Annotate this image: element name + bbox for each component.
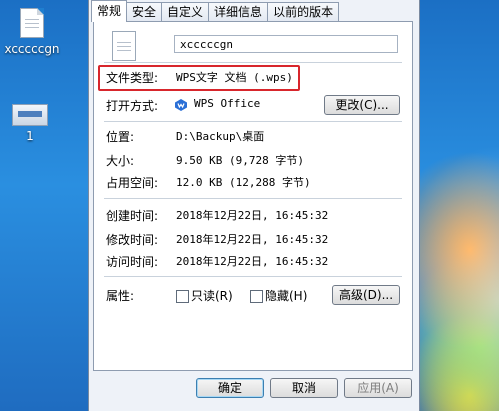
desktop-bin-icon[interactable]: 1 [0, 104, 60, 143]
desktop-file-icon[interactable]: xcccccgn [2, 8, 62, 56]
divider [104, 276, 402, 277]
desktop-bin-label: 1 [26, 129, 34, 143]
general-page: xcccccgn 文件类型: WPS文字 文档 (.wps) 打开方式: WPS… [93, 21, 413, 371]
change-button[interactable]: 更改(C)... [324, 95, 400, 115]
file-type-label: 文件类型: [106, 71, 159, 85]
accessed-label: 访问时间: [106, 255, 159, 269]
location-label: 位置: [106, 130, 135, 144]
wps-office-icon [175, 99, 187, 111]
tab-bar: 常规 安全 自定义 详细信息 以前的版本 [91, 0, 340, 22]
document-icon [112, 31, 136, 61]
properties-dialog: 常规 安全 自定义 详细信息 以前的版本 xcccccgn 文件类型: WPS文… [88, 0, 420, 411]
file-type-value: WPS文字 文档 (.wps) [176, 71, 293, 84]
tab-general[interactable]: 常规 [91, 0, 128, 22]
hidden-checkbox[interactable] [250, 290, 263, 303]
divider [104, 62, 402, 63]
opens-with-value: WPS Office [194, 97, 261, 110]
modified-value: 2018年12月22日, 16:45:32 [176, 233, 329, 246]
accessed-value: 2018年12月22日, 16:45:32 [176, 255, 329, 268]
size-label: 大小: [106, 154, 135, 168]
readonly-label[interactable]: 只读(R) [191, 287, 233, 304]
tab-custom[interactable]: 自定义 [161, 2, 210, 21]
desktop-file-label: xcccccgn [4, 42, 60, 56]
tab-security[interactable]: 安全 [126, 2, 163, 21]
tab-previous-versions[interactable]: 以前的版本 [267, 2, 340, 21]
location-value: D:\Backup\桌面 [176, 130, 265, 143]
recycle-bin-icon [12, 104, 48, 126]
tab-details[interactable]: 详细信息 [208, 2, 269, 21]
modified-label: 修改时间: [106, 233, 159, 247]
created-label: 创建时间: [106, 209, 159, 223]
hidden-label[interactable]: 隐藏(H) [265, 287, 307, 304]
divider [104, 121, 402, 122]
opens-with-label: 打开方式: [106, 99, 159, 113]
cancel-button[interactable]: 取消 [270, 378, 338, 398]
divider [104, 198, 402, 199]
apply-button[interactable]: 应用(A) [344, 378, 412, 398]
disk-size-label: 占用空间: [106, 176, 159, 190]
file-name-input[interactable]: xcccccgn [174, 35, 398, 53]
attributes-label: 属性: [106, 289, 135, 303]
ok-button[interactable]: 确定 [196, 378, 264, 398]
advanced-button[interactable]: 高级(D)... [332, 285, 400, 305]
document-icon [20, 8, 44, 38]
disk-size-value: 12.0 KB (12,288 字节) [176, 176, 311, 189]
created-value: 2018年12月22日, 16:45:32 [176, 209, 329, 222]
readonly-checkbox[interactable] [176, 290, 189, 303]
size-value: 9.50 KB (9,728 字节) [176, 154, 304, 167]
